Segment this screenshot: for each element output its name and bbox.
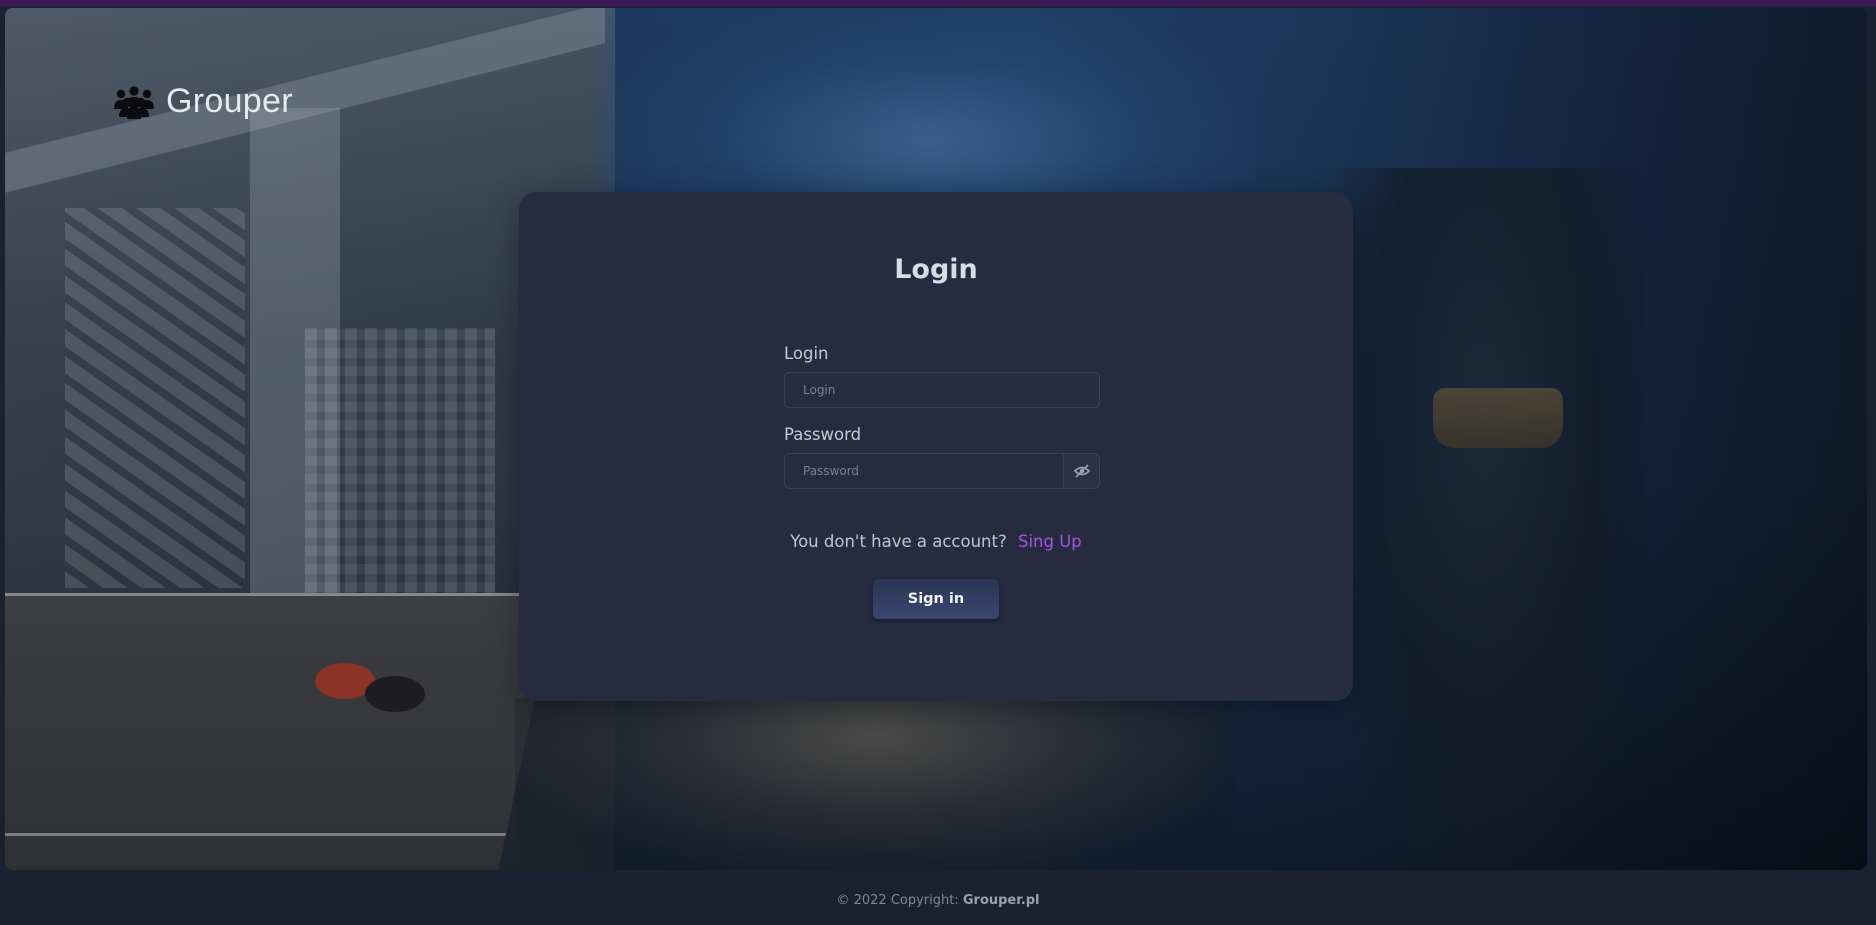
password-visibility-toggle[interactable] — [1063, 453, 1100, 489]
soldier-background-image — [1325, 168, 1645, 868]
page-title: Login — [894, 254, 978, 285]
office-wall-pattern — [305, 328, 495, 628]
password-input[interactable] — [784, 453, 1064, 489]
eye-slash-icon — [1073, 464, 1090, 478]
login-input[interactable] — [784, 372, 1100, 408]
login-label: Login — [784, 344, 829, 363]
brand-logo[interactable]: Grouper — [112, 82, 293, 121]
soldier-goggles — [1433, 388, 1563, 448]
login-card: Login Login Password You don't have a ac… — [519, 192, 1353, 701]
password-label: Password — [784, 425, 862, 444]
copyright-prefix: © 2022 Copyright: — [836, 893, 959, 908]
copyright-site: Grouper.pl — [962, 893, 1040, 908]
signup-link[interactable]: Sing Up — [1018, 532, 1082, 551]
ping-pong-paddle — [365, 676, 425, 712]
ping-pong-table — [5, 593, 558, 870]
sign-in-button[interactable]: Sign in — [873, 579, 999, 619]
group-people-icon — [114, 85, 154, 119]
password-field-group — [784, 453, 1100, 489]
top-accent-bar — [0, 0, 1876, 6]
signup-prompt-text: You don't have a account? — [790, 532, 1007, 551]
brand-name: Grouper — [166, 82, 293, 120]
footer-copyright: © 2022 Copyright: Grouper.pl — [0, 893, 1876, 908]
signup-prompt-line: You don't have a account? Sing Up — [519, 532, 1353, 551]
creature-background-image — [515, 698, 1235, 870]
office-wall-map — [65, 208, 245, 588]
